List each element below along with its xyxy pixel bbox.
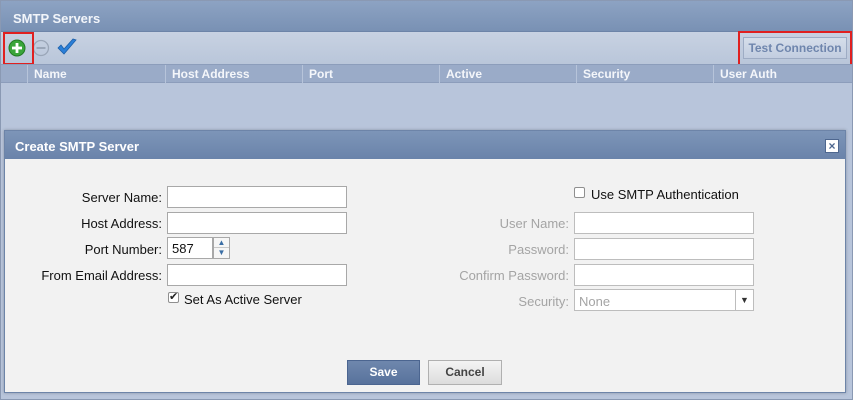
column-security[interactable]: Security bbox=[576, 65, 713, 83]
host-address-input[interactable] bbox=[167, 212, 347, 234]
create-smtp-server-dialog: Create SMTP Server × Server Name: Host A… bbox=[4, 130, 846, 393]
chevron-down-icon[interactable]: ▼ bbox=[735, 290, 753, 310]
server-name-label: Server Name: bbox=[81, 190, 162, 205]
confirm-password-label: Confirm Password: bbox=[459, 268, 569, 283]
password-input[interactable] bbox=[574, 238, 754, 260]
from-email-label: From Email Address: bbox=[41, 268, 162, 283]
remove-circle-icon[interactable] bbox=[32, 39, 50, 57]
cancel-button[interactable]: Cancel bbox=[428, 360, 502, 385]
port-number-label: Port Number: bbox=[84, 242, 162, 257]
set-active-checkbox[interactable] bbox=[168, 290, 179, 303]
stepper-down-icon[interactable]: ▼ bbox=[214, 248, 229, 258]
add-button-highlight bbox=[3, 32, 34, 65]
port-number-stepper[interactable]: ▲ ▼ bbox=[213, 237, 230, 259]
password-label: Password: bbox=[508, 242, 569, 257]
user-name-input[interactable] bbox=[574, 212, 754, 234]
host-address-label: Host Address: bbox=[81, 216, 162, 231]
confirm-password-input[interactable] bbox=[574, 264, 754, 286]
checkmark-icon[interactable] bbox=[56, 37, 78, 57]
panel-title: SMTP Servers bbox=[13, 11, 101, 26]
security-label: Security: bbox=[518, 294, 569, 309]
grid-header: Name Host Address Port Active Security U… bbox=[1, 64, 852, 83]
server-name-input[interactable] bbox=[167, 186, 347, 208]
column-user-auth[interactable]: User Auth bbox=[713, 65, 852, 83]
stepper-up-icon[interactable]: ▲ bbox=[214, 238, 229, 248]
toolbar bbox=[1, 32, 852, 64]
test-connection-highlight bbox=[738, 31, 852, 67]
port-number-input[interactable] bbox=[167, 237, 213, 259]
column-active[interactable]: Active bbox=[439, 65, 576, 83]
security-select-value: None bbox=[579, 294, 611, 309]
security-select[interactable]: None ▼ bbox=[574, 289, 754, 311]
set-active-label: Set As Active Server bbox=[184, 292, 302, 307]
user-name-label: User Name: bbox=[499, 216, 569, 231]
use-smtp-auth-checkbox[interactable] bbox=[574, 187, 585, 198]
close-icon[interactable]: × bbox=[825, 139, 839, 153]
column-port[interactable]: Port bbox=[302, 65, 439, 83]
column-name[interactable]: Name bbox=[27, 65, 165, 83]
use-smtp-auth-label: Use SMTP Authentication bbox=[591, 187, 739, 202]
from-email-input[interactable] bbox=[167, 264, 347, 286]
column-host-address[interactable]: Host Address bbox=[165, 65, 302, 83]
dialog-header: Create SMTP Server × bbox=[5, 131, 845, 159]
save-button[interactable]: Save bbox=[347, 360, 420, 385]
panel-header: SMTP Servers bbox=[1, 1, 852, 32]
dialog-title: Create SMTP Server bbox=[15, 139, 140, 154]
